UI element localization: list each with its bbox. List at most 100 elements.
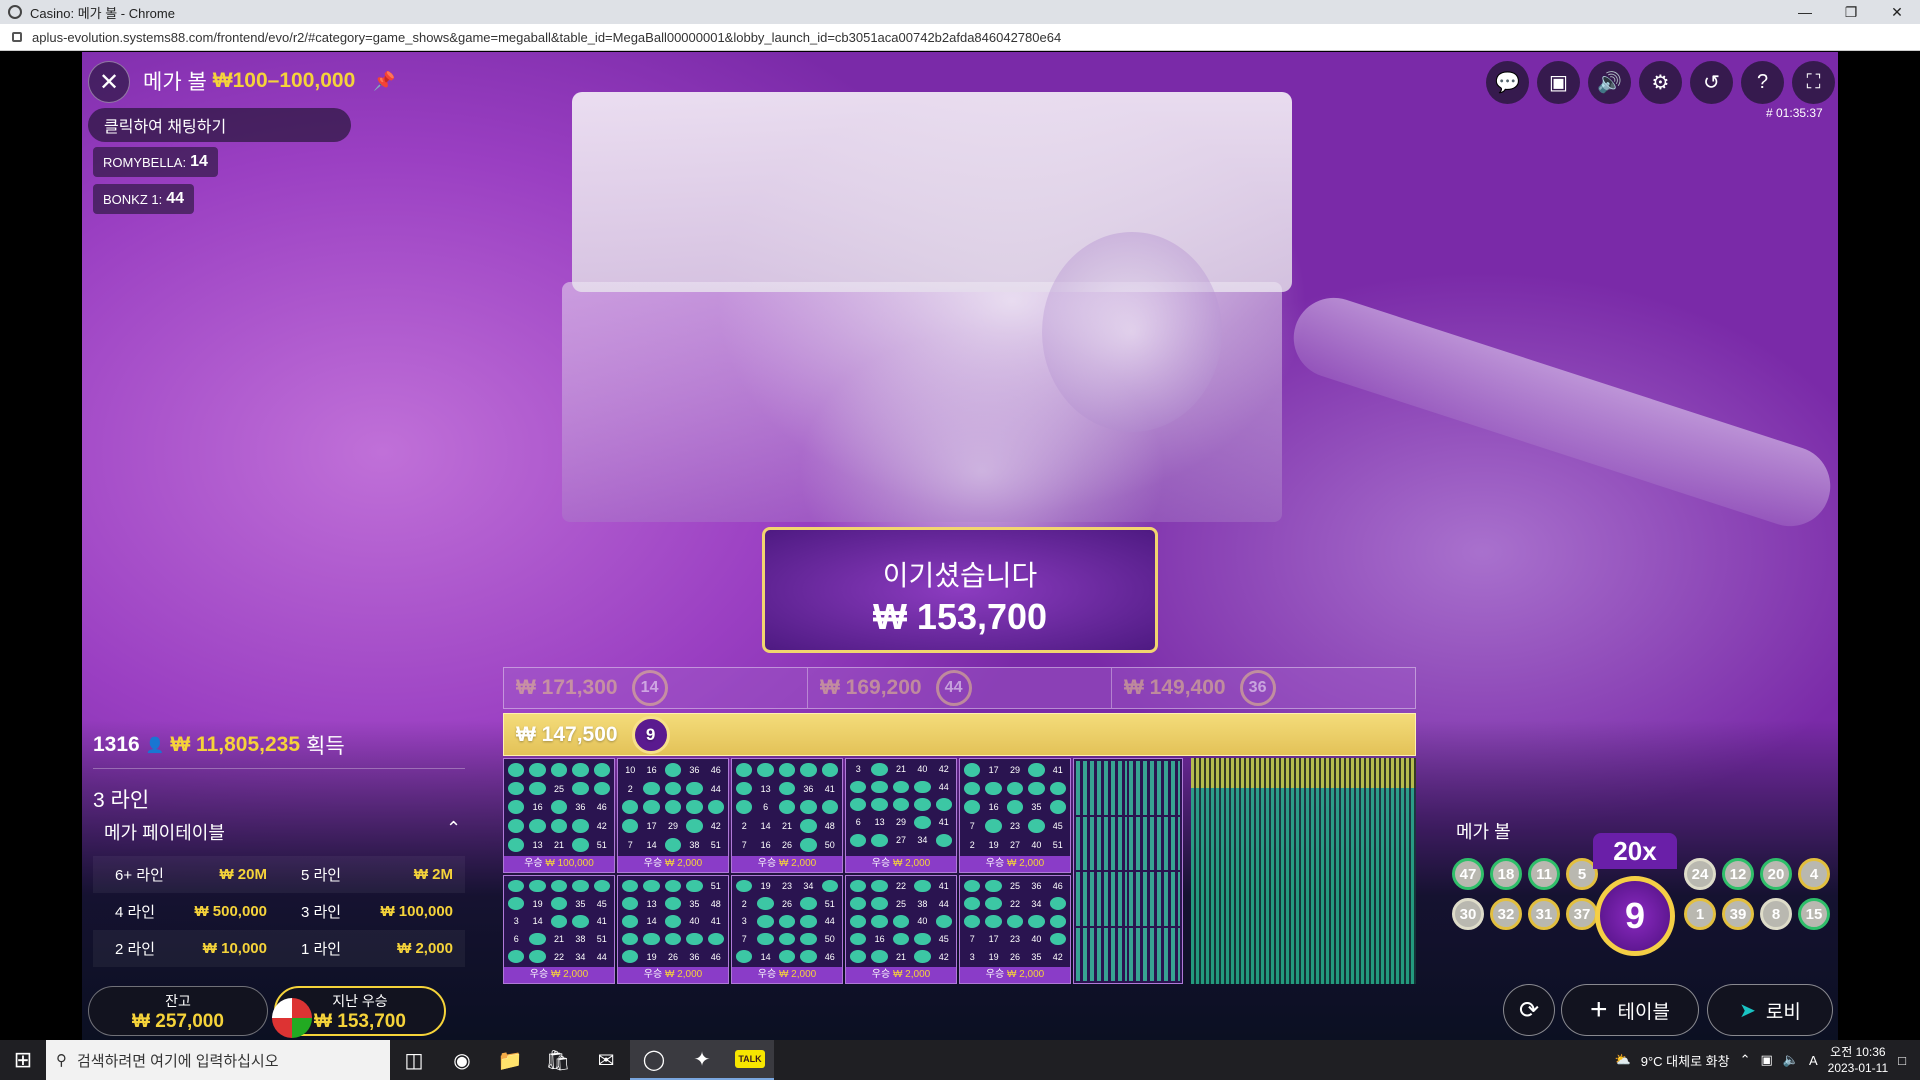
card-win-value: ₩ 2,000: [892, 857, 931, 869]
card-number: 17: [988, 764, 999, 775]
card-number: 51: [596, 839, 607, 850]
minimize-icon[interactable]: —: [1782, 0, 1828, 24]
windows-start-icon[interactable]: ⊞: [0, 1040, 46, 1080]
bingo-card[interactable]: 13 36 41 6 2 14 21 48 7 16 26 50 우승 ₩ 2,000: [731, 758, 843, 873]
card-marked-cell: [686, 800, 703, 815]
task-view-icon[interactable]: ◫: [390, 1040, 438, 1080]
bingo-card[interactable]: 17 29 41 16 35 7 23 45 2 19 27 40 51 우승 ₩ 2,000: [959, 758, 1071, 873]
folder-icon[interactable]: 📁: [486, 1040, 534, 1080]
chrome-taskbar-icon[interactable]: ◯: [630, 1040, 678, 1080]
table-button[interactable]: + 테이블: [1561, 984, 1699, 1036]
card-marked-cell: [964, 914, 981, 928]
video-icon[interactable]: ▣: [1537, 61, 1580, 104]
prize-amount: ₩ 169,200: [820, 676, 922, 699]
address-bar[interactable]: aplus-evolution.systems88.com/frontend/e…: [0, 24, 1920, 51]
network-icon[interactable]: ▣: [1760, 1052, 1772, 1068]
kakaotalk-icon[interactable]: TALK: [726, 1040, 774, 1080]
card-win-prefix: 우승: [529, 969, 551, 980]
card-marked-cell: [643, 932, 660, 946]
taskbar: ⊞ ⚲ 검색하려면 여기에 입력하십시오 ◫ ◉ 📁 🛍 ✉ ◯ ✦ TALK …: [0, 1040, 1920, 1080]
prize-row-top: ₩ 171,300 14 ₩ 169,200 44 ₩ 149,400 36: [503, 667, 1416, 709]
replay-icon: ⟳: [1518, 996, 1540, 1024]
bingo-card[interactable]: 25 36 46 22 34 7 17 23 40 3 19 26 35 42 우승 ₩ 2,000: [959, 874, 1071, 984]
lang-indicator[interactable]: A: [1809, 1053, 1818, 1068]
history-icon[interactable]: ↺: [1690, 61, 1733, 104]
card-marked-cell: [1049, 914, 1066, 928]
card-marked-cell: [985, 879, 1002, 893]
sound-icon[interactable]: 🔊: [1588, 61, 1631, 104]
card-marked-cell: [529, 819, 546, 833]
taskbar-search[interactable]: ⚲ 검색하려면 여기에 입력하십시오: [46, 1040, 390, 1080]
bingo-card[interactable]: 22 41 25 38 44 40 16 45 21 42 우승 ₩ 2,000: [845, 874, 957, 984]
card-number: 40: [689, 916, 700, 927]
top-toolbar: 💬 ▣ 🔊 ⚙ ↺ ? ⛶: [1486, 61, 1835, 104]
edge-icon[interactable]: ◉: [438, 1040, 486, 1080]
bingo-card[interactable]: 19 35 45 3 14 41 6 21 38 51 22 34 44 우승 ₩ 2,000: [503, 874, 615, 984]
notifications-icon[interactable]: □: [1898, 1053, 1906, 1068]
close-game-button[interactable]: ✕: [88, 61, 130, 103]
drawn-ball: 24: [1684, 858, 1716, 890]
card-marked-cell: [529, 781, 546, 796]
card-marked-cell: [800, 914, 817, 928]
chevron-up-icon[interactable]: ⌃: [446, 818, 461, 839]
card-marked-cell: [871, 833, 888, 847]
prize-cell: ₩ 171,300 14: [504, 668, 808, 708]
replay-button[interactable]: ⟳: [1503, 984, 1555, 1036]
chat-input[interactable]: 클릭하여 채팅하기: [88, 108, 351, 142]
bingo-card[interactable]: 3 21 40 42 44 6 13 29 41 27 34 우승 ₩ 2,000: [845, 758, 957, 873]
card-win-label: 우승 ₩ 2,000: [504, 967, 614, 983]
pt-label: 6+ 라인: [115, 867, 164, 884]
plus-icon: +: [1590, 993, 1608, 1026]
card-number: 7: [969, 933, 975, 944]
pin-icon[interactable]: 📌: [373, 71, 395, 92]
tray-chevron-icon[interactable]: ⌃: [1740, 1052, 1751, 1068]
bingo-card[interactable]: 10 16 36 46 2 44 17 29 42 7 14 38 51 우승 ₩ 2,000: [617, 758, 729, 873]
chat-icon[interactable]: 💬: [1486, 61, 1529, 104]
lobby-button[interactable]: ➤ 로비: [1707, 984, 1833, 1036]
card-marked-cell: [572, 914, 589, 928]
card-number: 6: [513, 933, 519, 944]
weather-text[interactable]: 9°C 대체로 화창: [1641, 1051, 1730, 1070]
card-number: 42: [938, 764, 949, 775]
volume-icon[interactable]: 🔈: [1783, 1052, 1799, 1068]
card-marked-cell: [622, 800, 639, 815]
bingo-card[interactable]: 25 16 36 46 42 13 21 51 우승 ₩ 100,000: [503, 758, 615, 873]
card-number: 23: [1009, 933, 1020, 944]
close-window-icon[interactable]: ✕: [1874, 0, 1920, 24]
card-number: 50: [824, 839, 835, 850]
app-icon[interactable]: ✦: [678, 1040, 726, 1080]
card-marked-cell: [664, 914, 682, 928]
lock-icon[interactable]: [12, 32, 22, 42]
card-number: 22: [1009, 898, 1020, 909]
settings-icon[interactable]: ⚙: [1639, 61, 1682, 104]
bingo-card[interactable]: 51 13 35 48 14 40 41 19 26 36 46 우승 ₩ 2,000: [617, 874, 729, 984]
card-marked-cell: [593, 879, 610, 893]
taskbar-search-placeholder: 검색하려면 여기에 입력하십시오: [77, 1052, 279, 1070]
card-number: 7: [627, 839, 633, 850]
pt-value: ₩ 2,000: [397, 940, 453, 957]
card-number: 29: [667, 820, 678, 831]
card-number: 42: [938, 951, 949, 962]
drawn-ball: 15: [1798, 898, 1830, 930]
weather-icon[interactable]: ⛅: [1615, 1052, 1631, 1068]
card-win-label: 우승 ₩ 2,000: [618, 855, 728, 872]
card-number: 41: [710, 916, 721, 927]
paytable-title[interactable]: 메가 페이테이블: [104, 819, 225, 845]
card-number: 51: [1052, 839, 1063, 850]
help-icon[interactable]: ?: [1741, 61, 1784, 104]
card-marked-cell: [686, 932, 703, 946]
card-win-value: ₩ 2,000: [664, 857, 703, 869]
players-label: 획득: [306, 735, 345, 758]
card-win-value: ₩ 2,000: [1006, 857, 1045, 869]
mini-card: [1076, 761, 1127, 815]
clock[interactable]: 오전 10:36 2023-01-11: [1828, 1044, 1889, 1076]
store-icon[interactable]: 🛍: [534, 1040, 582, 1080]
restore-icon[interactable]: ❐: [1828, 0, 1874, 24]
fullscreen-icon[interactable]: ⛶: [1792, 61, 1835, 104]
card-win-prefix: 우승: [757, 969, 779, 980]
url-text[interactable]: aplus-evolution.systems88.com/frontend/e…: [32, 30, 1061, 45]
mail-icon[interactable]: ✉: [582, 1040, 630, 1080]
card-number: 14: [646, 839, 657, 850]
card-number: 19: [760, 880, 771, 891]
bingo-card[interactable]: 19 23 34 2 26 51 3 44 7 50 14 46 우승 ₩ 2,000: [731, 874, 843, 984]
